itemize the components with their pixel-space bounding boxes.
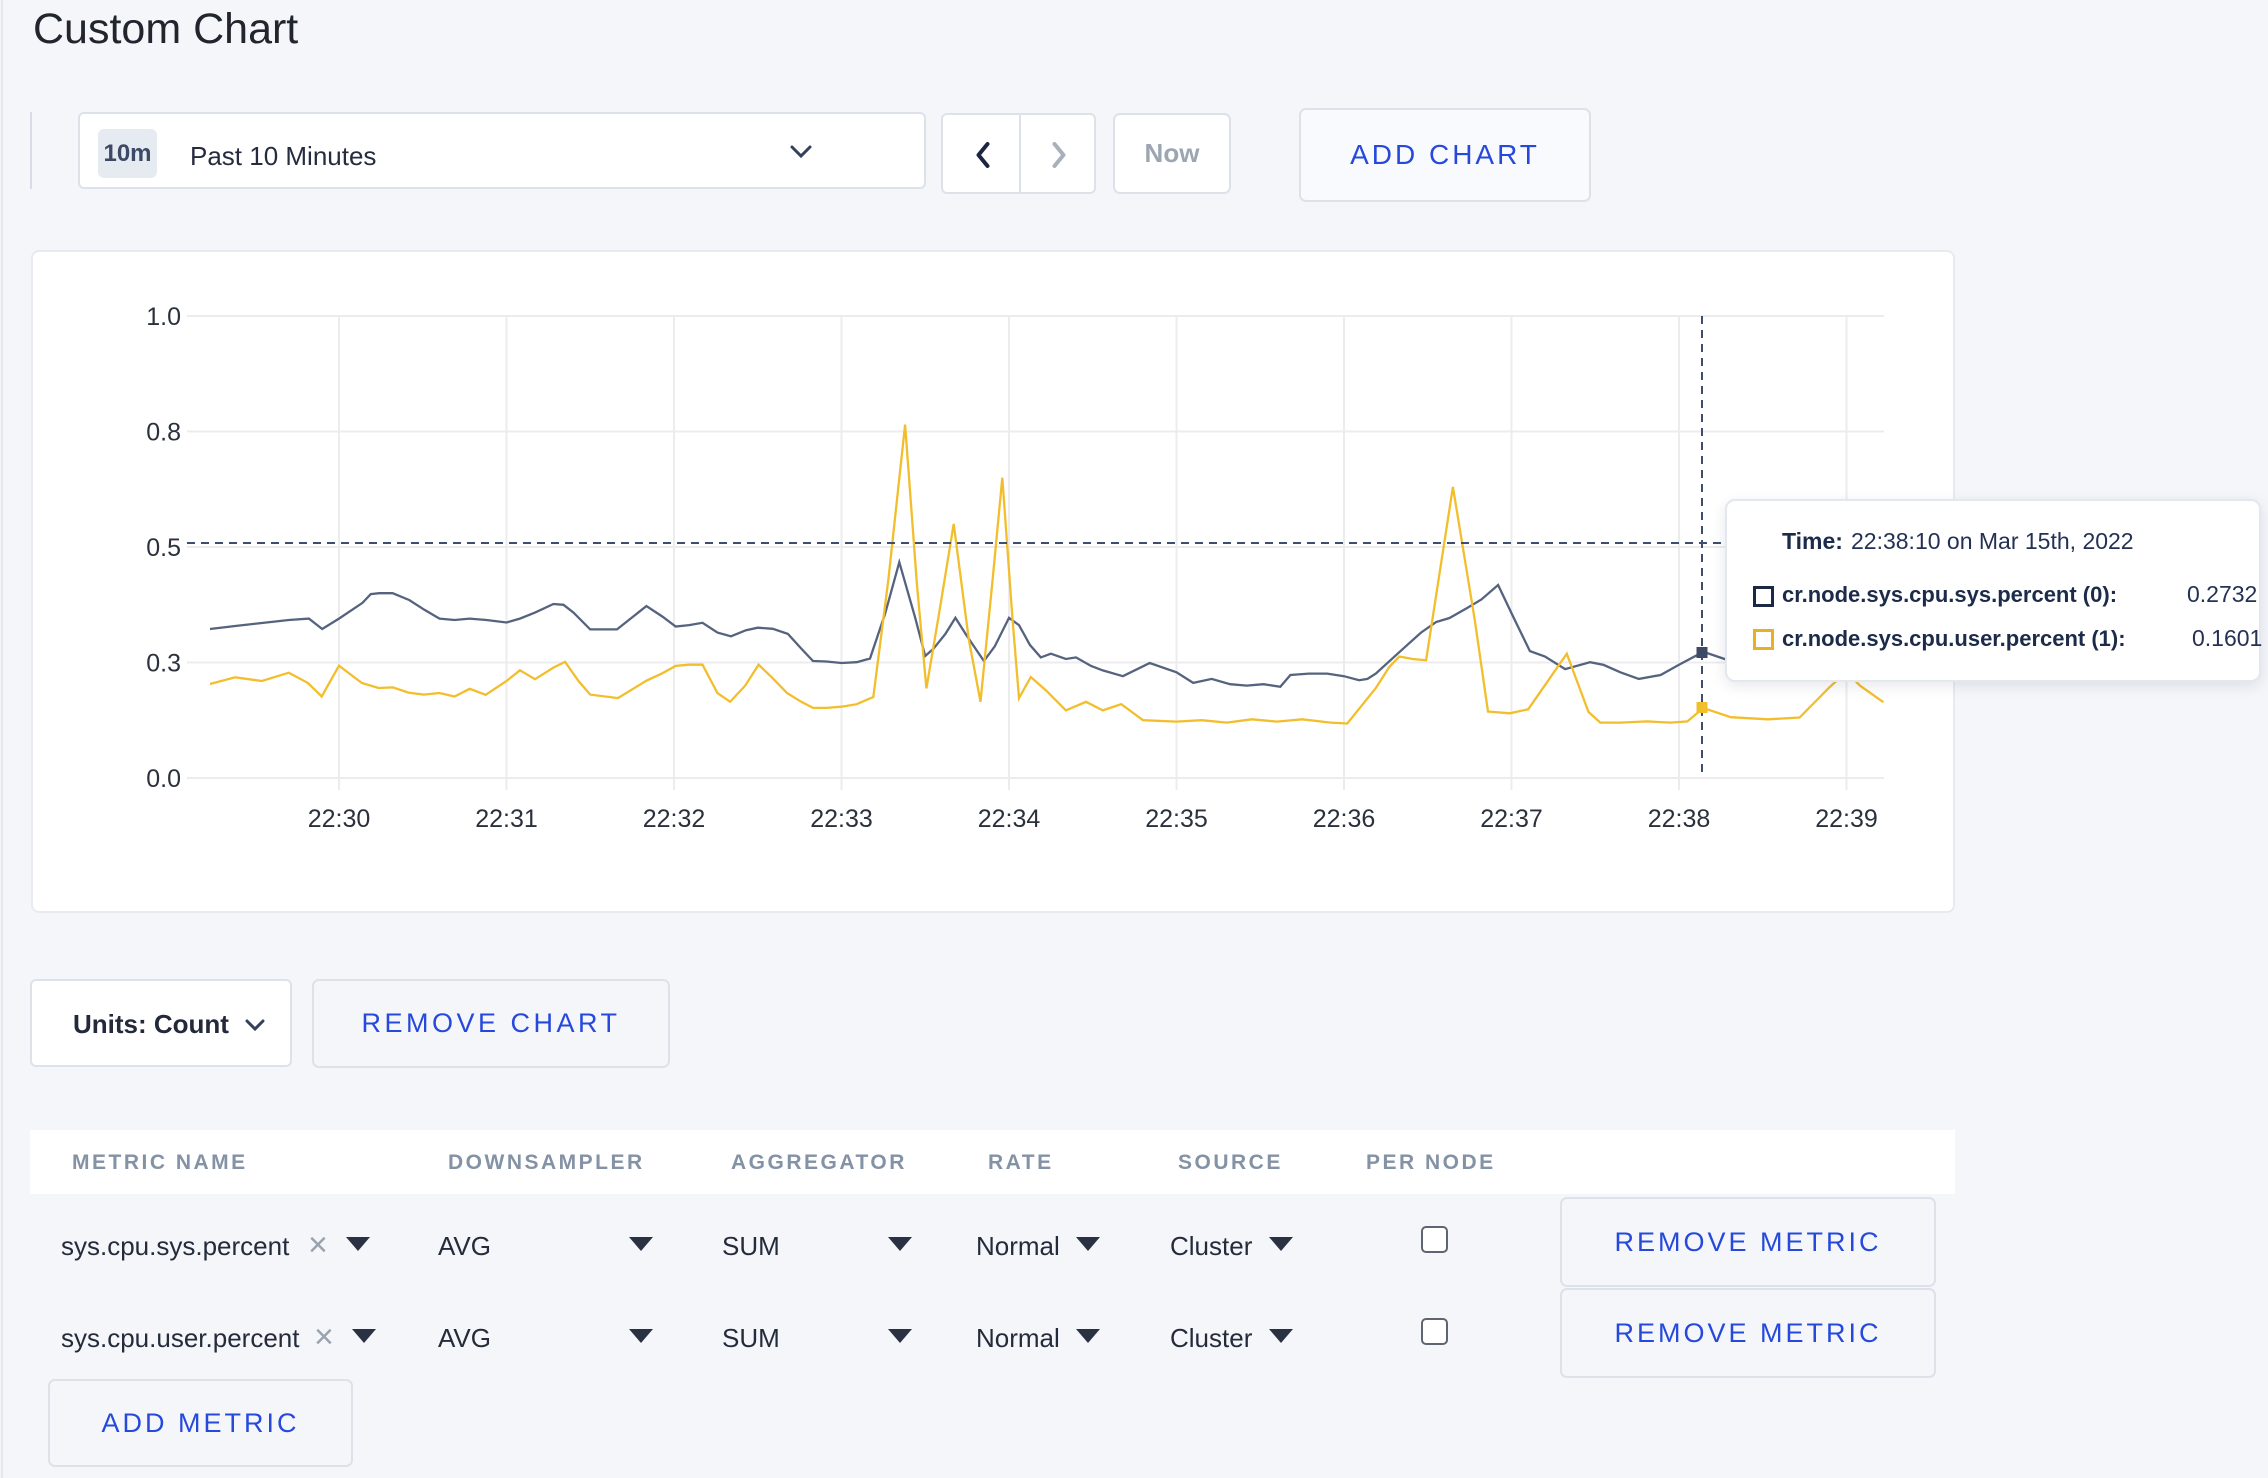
svg-text:0.3: 0.3 bbox=[146, 650, 181, 678]
svg-text:22:36: 22:36 bbox=[1313, 805, 1376, 833]
svg-text:22:31: 22:31 bbox=[475, 805, 538, 833]
svg-text:22:30: 22:30 bbox=[308, 805, 371, 833]
svg-text:22:34: 22:34 bbox=[978, 805, 1041, 833]
svg-text:22:35: 22:35 bbox=[1145, 805, 1208, 833]
svg-text:0.8: 0.8 bbox=[146, 419, 181, 447]
svg-text:22:37: 22:37 bbox=[1480, 805, 1543, 833]
svg-text:1.0: 1.0 bbox=[146, 303, 181, 331]
svg-text:0.0: 0.0 bbox=[146, 765, 181, 793]
svg-text:22:39: 22:39 bbox=[1815, 805, 1878, 833]
svg-text:22:32: 22:32 bbox=[643, 805, 706, 833]
svg-text:22:38: 22:38 bbox=[1648, 805, 1711, 833]
svg-text:22:33: 22:33 bbox=[810, 805, 873, 833]
svg-text:0.5: 0.5 bbox=[146, 534, 181, 562]
